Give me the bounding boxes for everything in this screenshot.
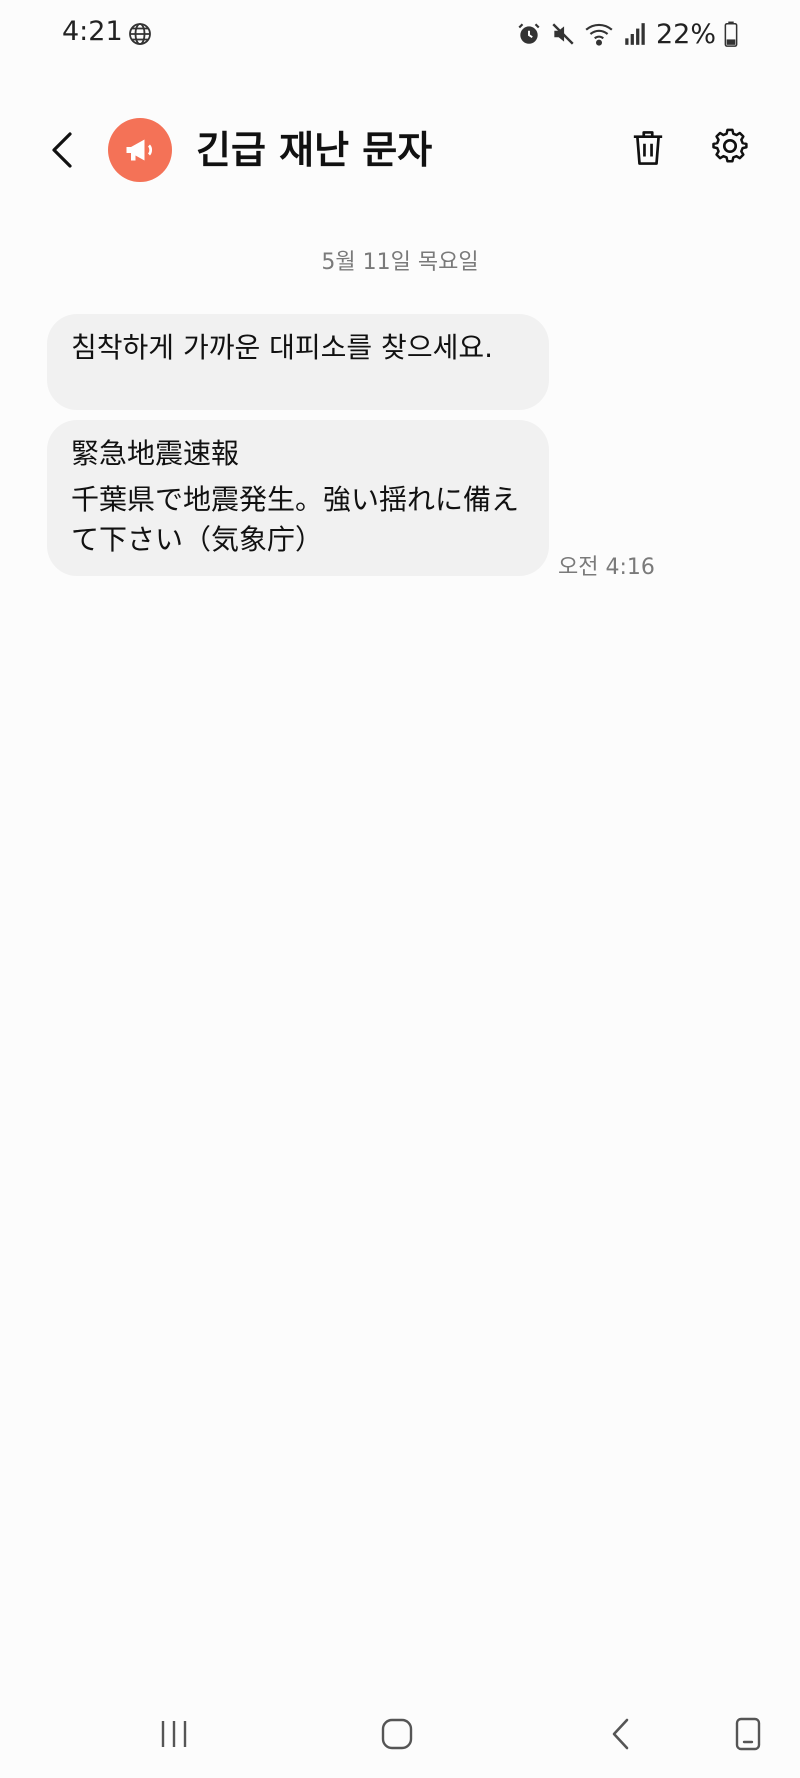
message-title: 緊急地震速報 [71,437,240,470]
alarm-icon [516,21,542,47]
message-timestamp: 오전 4:16 [558,555,655,580]
globe-icon [128,22,152,46]
message-bubble[interactable]: 침착하게 가까운 대피소를 찾으세요. [47,314,549,410]
app-header: 긴급 재난 문자 [0,100,800,200]
home-icon [381,1718,413,1750]
recents-icon [161,1721,187,1747]
status-time: 4:21 [62,16,123,47]
navigation-bar [0,1690,800,1778]
date-separator: 5월 11일 목요일 [321,250,479,275]
page-title: 긴급 재난 문자 [196,128,433,172]
delete-button[interactable] [620,120,676,176]
rotate-button[interactable] [718,1704,778,1764]
mute-icon [550,21,576,47]
back-arrow-icon [52,132,72,168]
battery-icon [724,21,738,47]
gear-icon [712,128,748,163]
rotate-icon [735,1717,761,1751]
recents-button[interactable] [144,1704,204,1764]
wifi-icon [584,21,614,47]
status-bar: 4:21 22% [0,0,800,70]
signal-icon [622,21,648,47]
message-text: 침착하게 가까운 대피소를 찾으세요. [71,331,494,364]
battery-percentage: 22% [655,18,716,50]
message-bubble[interactable]: 緊急地震速報 千葉県で地震発生。強い揺れに備えて下さい（気象庁） [47,420,549,576]
back-button[interactable] [36,124,88,176]
home-button[interactable] [367,1704,427,1764]
nav-back-button[interactable] [591,1704,651,1764]
channel-avatar [108,118,172,182]
message-text: 千葉県で地震発生。強い揺れに備えて下さい（気象庁） [71,483,520,556]
megaphone-icon [126,139,153,161]
trash-icon [633,131,663,165]
nav-back-icon [612,1718,629,1750]
status-icons: 22% [516,16,738,52]
settings-button[interactable] [702,118,758,174]
